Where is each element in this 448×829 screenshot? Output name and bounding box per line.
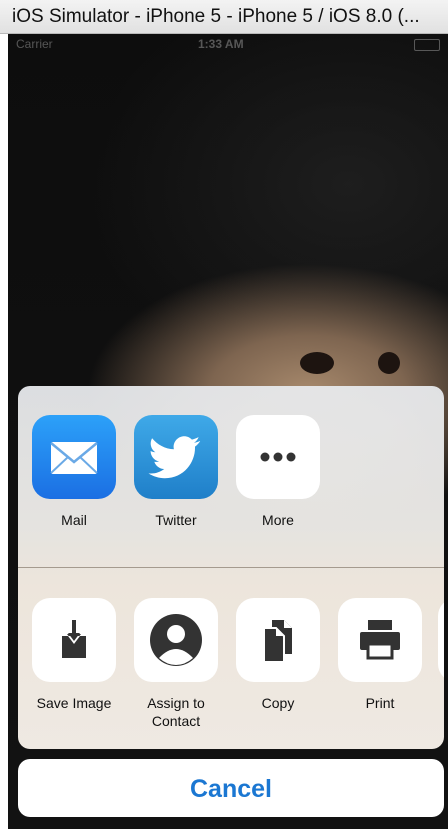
save-image-label: Save Image bbox=[36, 695, 112, 711]
twitter-label: Twitter bbox=[155, 512, 197, 528]
twitter-icon[interactable] bbox=[134, 415, 218, 499]
share-app-more[interactable]: More bbox=[230, 415, 326, 529]
action-assign-to-contact[interactable]: Assign to Contact bbox=[128, 598, 224, 730]
action-print[interactable]: Print bbox=[332, 598, 428, 712]
window-title: iOS Simulator - iPhone 5 - iPhone 5 / iO… bbox=[0, 0, 448, 34]
share-apps-row: Mail Twitter More bbox=[18, 386, 444, 567]
more-icon[interactable] bbox=[236, 415, 320, 499]
mail-icon[interactable] bbox=[32, 415, 116, 499]
carrier-label: Carrier bbox=[16, 37, 53, 51]
assign-to-contact-label: Assign to Contact bbox=[147, 695, 205, 729]
share-actions-row: Save Image Assign to Contact Copy Print bbox=[18, 568, 444, 749]
action-copy[interactable]: Copy bbox=[230, 598, 326, 712]
share-sheet: Mail Twitter More Save Image Assign to C… bbox=[18, 386, 444, 749]
status-time: 1:33 AM bbox=[198, 37, 244, 51]
print-label: Print bbox=[365, 695, 395, 711]
copy-icon[interactable] bbox=[236, 598, 320, 682]
cancel-button[interactable]: Cancel bbox=[18, 759, 444, 817]
action-save-image[interactable]: Save Image bbox=[26, 598, 122, 712]
dog-eye-right bbox=[378, 352, 400, 374]
share-app-mail[interactable]: Mail bbox=[26, 415, 122, 529]
print-icon[interactable] bbox=[338, 598, 422, 682]
more-actions-peek[interactable] bbox=[438, 598, 444, 682]
save-image-icon[interactable] bbox=[32, 598, 116, 682]
battery-icon bbox=[414, 39, 440, 51]
share-app-twitter[interactable]: Twitter bbox=[128, 415, 224, 529]
contact-icon[interactable] bbox=[134, 598, 218, 682]
dog-eye-left bbox=[300, 352, 334, 374]
mail-label: Mail bbox=[61, 512, 87, 528]
copy-label: Copy bbox=[261, 695, 295, 711]
status-bar: Carrier 1:33 AM bbox=[8, 34, 448, 54]
simulator-screen: Carrier 1:33 AM Mail Twitter More Save I… bbox=[8, 34, 448, 829]
more-label: More bbox=[262, 512, 294, 528]
